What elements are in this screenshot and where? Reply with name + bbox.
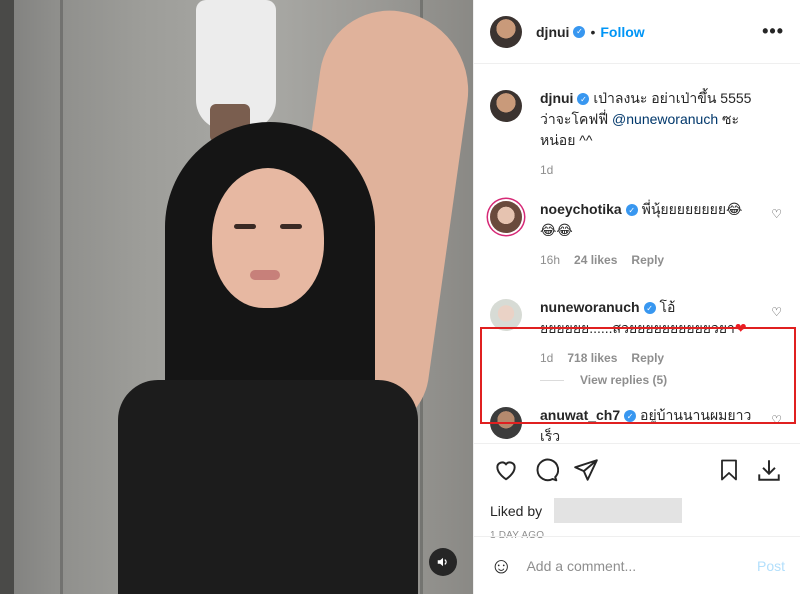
avatar[interactable] — [490, 90, 522, 122]
caption-body: djnui ✓ เป่าลงนะ อย่าเป่าขึ้น 5555 ว่าจะโ… — [540, 88, 784, 177]
caption-text: djnui ✓ เป่าลงนะ อย่าเป่าขึ้น 5555 ว่าจะโ… — [540, 88, 756, 151]
comment-username[interactable]: noeychotika — [540, 201, 622, 217]
heart-icon[interactable] — [490, 454, 522, 486]
caption: djnui ✓ เป่าลงนะ อย่าเป่าขึ้น 5555 ว่าจะโ… — [490, 88, 784, 177]
caption-meta: 1d — [540, 163, 756, 177]
comment-text: nuneworanuch ✓ โอ้ยยยยยย......สวยยยยยยยยย… — [540, 297, 756, 339]
volume-icon-svg — [437, 557, 447, 567]
share-icon[interactable] — [570, 454, 602, 486]
action-icons-row — [490, 454, 785, 486]
comment-icon[interactable] — [530, 454, 562, 486]
comment-item: anuwat_ch7 ✓ อยู่บ้านนานผมยาวเร็ว ♡ — [490, 405, 784, 444]
right-eye — [280, 224, 302, 229]
like-comment-heart-icon[interactable]: ♡ — [771, 305, 782, 319]
post-author-username[interactable]: djnui — [536, 24, 569, 40]
video-frame-edge — [0, 0, 14, 594]
caption-mention-link[interactable]: @nuneworanuch — [612, 111, 718, 127]
verified-icon: ✓ — [577, 93, 590, 106]
caption-time[interactable]: 1d — [540, 163, 553, 177]
comment-body: nuneworanuch ✓ โอ้ยยยยยย......สวยยยยยยยยย… — [540, 297, 784, 365]
wall-line — [60, 0, 63, 594]
liked-by-label: Liked by — [490, 502, 543, 519]
verified-icon: ✓ — [643, 302, 656, 315]
smile-icon[interactable]: ☺ — [490, 553, 512, 579]
view-replies-button[interactable]: View replies (5) — [540, 373, 784, 387]
lips — [250, 270, 280, 280]
comment-meta: 16h 24 likes Reply — [540, 253, 756, 267]
comment-username[interactable]: nuneworanuch — [540, 299, 640, 315]
black-shirt — [118, 380, 418, 594]
comment-item: noeychotika ✓ พี่นุ้ยยยยยยยย😂😂😂 16h 24 li… — [490, 199, 784, 267]
comments-list[interactable]: djnui ✓ เป่าลงนะ อย่าเป่าขึ้น 5555 ว่าจะโ… — [474, 64, 800, 444]
verified-icon: ✓ — [625, 204, 638, 217]
download-icon-svg — [758, 460, 780, 481]
avatar[interactable] — [490, 201, 522, 233]
view-replies-label: View replies (5) — [580, 373, 668, 387]
add-comment-bar: ☺ Post — [474, 536, 800, 594]
heart-icon-svg — [496, 461, 516, 481]
comment-likes[interactable]: 718 likes — [567, 351, 617, 365]
volume-icon[interactable] — [429, 548, 457, 576]
more-icon[interactable]: ••• — [762, 21, 784, 42]
reply-button[interactable]: Reply — [631, 253, 664, 267]
avatar[interactable] — [490, 407, 522, 439]
separator-dot: • — [590, 23, 596, 40]
face — [212, 168, 324, 308]
like-comment-heart-icon[interactable]: ♡ — [771, 207, 782, 221]
comment-text: noeychotika ✓ พี่นุ้ยยยยยยยย😂😂😂 — [540, 199, 756, 241]
comment-item: nuneworanuch ✓ โอ้ยยยยยย......สวยยยยยยยยย… — [490, 297, 784, 365]
heart-emoji: ❤ — [734, 320, 747, 336]
comment-input[interactable] — [526, 557, 757, 574]
left-eye — [234, 224, 256, 229]
post-actions: Liked by 1 DAY AGO — [474, 443, 800, 541]
redacted-likers — [554, 498, 683, 523]
avatar[interactable] — [490, 15, 522, 48]
comment-likes[interactable]: 24 likes — [574, 253, 617, 267]
caption-username[interactable]: djnui — [540, 90, 573, 106]
comment-time[interactable]: 1d — [540, 351, 553, 365]
comment-body: noeychotika ✓ พี่นุ้ยยยยยยยย😂😂😂 16h 24 li… — [540, 199, 784, 267]
post-button[interactable]: Post — [757, 558, 785, 574]
avatar[interactable] — [490, 299, 522, 331]
post-header: djnui ✓ • Follow ••• — [474, 0, 800, 64]
post-side-panel: djnui ✓ • Follow ••• djnui ✓ เป่าลงนะ อย่… — [473, 0, 800, 594]
reply-button[interactable]: Reply — [631, 351, 664, 365]
comment-icon-svg — [536, 458, 559, 482]
comment-meta: 1d 718 likes Reply — [540, 351, 756, 365]
bookmark-icon[interactable] — [713, 454, 745, 486]
comment-text: anuwat_ch7 ✓ อยู่บ้านนานผมยาวเร็ว — [540, 405, 756, 444]
liked-by: Liked by — [490, 498, 785, 523]
comment-username[interactable]: anuwat_ch7 — [540, 407, 620, 423]
bookmark-icon-svg — [721, 459, 737, 481]
post-video[interactable] — [0, 0, 473, 594]
comment-body: anuwat_ch7 ✓ อยู่บ้านนานผมยาวเร็ว — [540, 405, 784, 444]
view-replies-divider — [540, 379, 564, 381]
follow-button[interactable]: Follow — [600, 24, 644, 40]
share-icon-svg — [574, 459, 598, 481]
comment-time[interactable]: 16h — [540, 253, 560, 267]
verified-icon: ✓ — [624, 410, 637, 423]
verified-icon: ✓ — [573, 25, 586, 38]
download-icon[interactable] — [753, 454, 785, 486]
like-comment-heart-icon[interactable]: ♡ — [771, 413, 782, 427]
